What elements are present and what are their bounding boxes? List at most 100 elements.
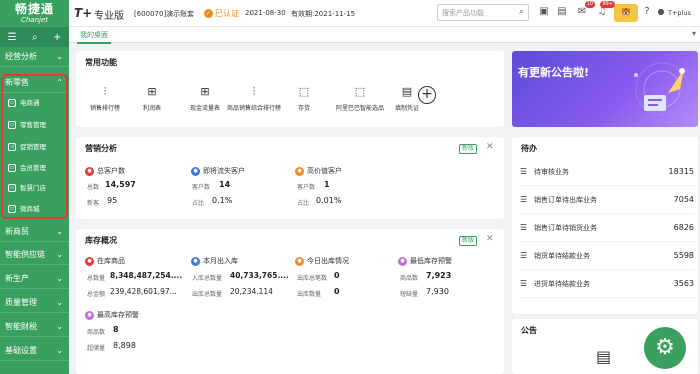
func-label: 填制凭证 — [394, 105, 419, 112]
sidebar-item-label: 质量管理 — [5, 298, 37, 307]
grid-icon: ⊞ — [200, 85, 210, 98]
func-label: 阿里巴巴智能选品 — [335, 105, 384, 112]
metric-value: 0.01% — [316, 196, 342, 205]
marketing-card: 营销分析 新版 ✕ ● 总客户数 总数 14,597 新客 95 ● 即将流失客户 … — [76, 137, 504, 219]
metric-value: 8,898 — [113, 341, 136, 350]
user-name[interactable]: T+plus — [668, 9, 691, 17]
func-label: 利润表 — [142, 105, 161, 112]
func-profit[interactable]: ⊞ 利润表 — [127, 85, 177, 112]
todo-item[interactable]: ☰ 销货单待结款业务 5598 — [520, 242, 694, 270]
account-label[interactable]: [600070]演示账套 — [134, 9, 194, 19]
metric-label: 本月出入库 — [203, 257, 238, 265]
metric-title: ● 在库商品 — [85, 256, 125, 266]
todo-item[interactable]: ☰ 销售订单待销货业务 6826 — [520, 214, 694, 242]
func-product-rank[interactable]: ⫶ 商品销售综合排行榜 — [224, 85, 284, 112]
search-icon[interactable]: ⌕ — [32, 32, 38, 43]
top-bar: 畅捷通 Chanjet T+ 专业版 [600070]演示账套 ✓ 已认证 202… — [0, 0, 700, 27]
message-icon[interactable]: ✉ 10 — [576, 1, 595, 18]
metric-sub-label: 出库总笔数 — [297, 275, 328, 282]
sidebar-item-supply[interactable]: 智能供应链 ⌄ — [0, 245, 69, 265]
todo-item[interactable]: ☰ 进货单待结款业务 3563 — [520, 270, 694, 298]
card-title: 常用功能 — [85, 58, 117, 67]
app-logo[interactable]: 畅捷通 Chanjet — [0, 0, 69, 27]
calendar-icon: ● — [191, 256, 200, 266]
metric-label: 在库商品 — [97, 257, 125, 265]
metric-value: 239,428,601,97... — [110, 287, 177, 296]
add-icon[interactable]: + — [53, 32, 61, 43]
menu-icon[interactable]: ☰ — [8, 32, 17, 43]
todo-label: 销货单待结款业务 — [534, 251, 590, 260]
help-icon[interactable]: ? — [641, 6, 653, 18]
todo-label: 进货单待结款业务 — [534, 279, 590, 288]
todo-label: 销售订单待销货业务 — [534, 223, 597, 232]
grid-icon: ⊞ — [147, 85, 157, 98]
todo-card: 待办 ☰ 待审核业务 18315 ☰ 销售订单待出库业务 7054 ☰ 销售订单待销货业务… — [512, 137, 698, 314]
card-title: 待办 — [521, 144, 537, 153]
search-icon[interactable]: ⌕ — [519, 7, 524, 17]
customer-icon: ● — [191, 166, 200, 176]
message-badge: 10 — [584, 1, 595, 8]
close-icon[interactable]: ✕ — [486, 142, 494, 152]
new-version-button[interactable]: 新版 — [459, 236, 478, 246]
logo-text: 畅捷通 — [14, 2, 54, 16]
certified-status: ✓ 已认证 — [204, 8, 239, 19]
highlight-box — [1, 74, 68, 219]
metric-title: ● 最低库存预警 — [398, 256, 452, 266]
avatar[interactable]: 🐯 — [614, 4, 638, 22]
list-icon: ☰ — [520, 167, 528, 176]
sidebar-item-quality[interactable]: 质量管理 ⌄ — [0, 293, 69, 313]
func-alibaba[interactable]: ⬚ 阿里巴巴智能选品 — [332, 85, 388, 112]
sidebar-item-analysis[interactable]: 经营分析 ⌄ — [0, 47, 69, 67]
new-version-button[interactable]: 新版 — [459, 144, 478, 154]
metric-sub-label: 短缺量 — [400, 291, 419, 298]
add-function-button[interactable]: + — [418, 86, 436, 104]
tab-menu-icon[interactable]: ▾ — [692, 29, 696, 38]
list-icon: ☰ — [520, 195, 528, 204]
metric-value: 8,348,487,254.... — [110, 271, 183, 280]
metric-value: 40,733,765.... — [230, 271, 289, 280]
search-input[interactable]: 搜索产品功能 ⌕ — [437, 4, 529, 21]
sidebar-item-finance[interactable]: 智能财税 ⌄ — [0, 317, 69, 337]
sidebar-item-trade[interactable]: 新商贸 ⌄ — [0, 222, 69, 242]
metric-label: 今日出库情况 — [307, 257, 349, 265]
metric-title: ● 总客户数 — [85, 166, 125, 176]
shield-icon: ✓ — [204, 9, 213, 18]
metric-title: ● 今日出库情况 — [295, 256, 349, 266]
close-icon[interactable]: ✕ — [486, 234, 494, 244]
metric-sub-label: 客户数 — [297, 184, 316, 191]
func-stock[interactable]: ⬚ 存货 — [279, 85, 329, 112]
sidebar-item-settings[interactable]: 基础设置 ⌄ — [0, 341, 69, 361]
todo-value: 7054 — [673, 195, 694, 204]
metric-title: ● 本月出入库 — [191, 256, 238, 266]
metric-value: 20,234.114 — [230, 287, 273, 296]
warning-icon: ● — [85, 310, 94, 320]
tab-desktop[interactable]: 我的桌面 — [77, 29, 111, 44]
chart-icon: ⫶ — [252, 85, 256, 98]
chevron-down-icon: ⌄ — [56, 346, 63, 355]
metric-label: 最高库存预警 — [97, 311, 139, 319]
card-title: 公告 — [521, 326, 537, 335]
user-icon[interactable]: ● — [655, 6, 667, 18]
store-icon[interactable]: ▣ — [538, 6, 550, 18]
todo-item[interactable]: ☰ 销售订单待出库业务 7054 — [520, 186, 694, 214]
settings-fab[interactable]: ⚙ — [644, 327, 686, 369]
func-cashflow[interactable]: ⊞ 现金流量表 — [180, 85, 230, 112]
metric-sub-label: 占比 — [297, 200, 310, 207]
product-logo: T+ — [74, 6, 93, 20]
tab-bar: 我的桌面 ▾ — [69, 27, 700, 44]
announcement-banner[interactable]: 有更新公告啦! — [512, 51, 698, 127]
todo-label: 待审核业务 — [534, 167, 569, 176]
metric-label: 即将流失客户 — [203, 167, 245, 175]
sidebar-item-production[interactable]: 新生产 ⌄ — [0, 269, 69, 289]
chevron-down-icon: ⌄ — [56, 250, 63, 259]
gear-icon: ⚙ — [655, 335, 675, 360]
calendar-icon[interactable]: ▤ — [556, 6, 568, 18]
truck-icon: ● — [295, 256, 304, 266]
bell-icon[interactable]: ♫ 99+ — [596, 1, 615, 18]
func-sales-rank[interactable]: ⫶ 销售排行榜 — [80, 85, 130, 112]
sidebar-item-label: 智能财税 — [5, 322, 37, 331]
chevron-down-icon: ⌄ — [56, 52, 63, 61]
box-icon: ⬚ — [298, 85, 310, 98]
metric-label: 总客户数 — [97, 167, 125, 175]
todo-item[interactable]: ☰ 待审核业务 18315 — [520, 158, 694, 186]
